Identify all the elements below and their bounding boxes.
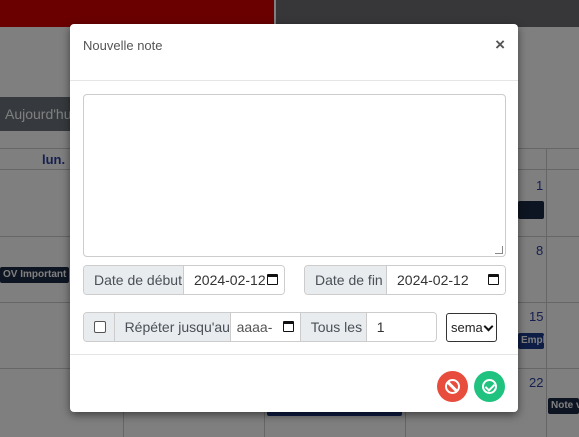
- start-date-value: 2024-02-12: [194, 272, 266, 288]
- ban-icon: [445, 379, 460, 394]
- repeat-until-input[interactable]: aaaa-: [230, 313, 300, 341]
- cancel-button[interactable]: [437, 371, 468, 402]
- save-button[interactable]: [474, 371, 505, 402]
- close-button[interactable]: ×: [495, 36, 505, 53]
- every-label: Tous les: [299, 313, 367, 341]
- end-date-input[interactable]: 2024-02-12: [387, 266, 505, 294]
- check-circle-icon: [482, 379, 497, 394]
- end-date-group: Date de fin 2024-02-12: [304, 265, 506, 295]
- calendar-icon[interactable]: [488, 274, 499, 285]
- repeat-group: Répéter jusqu'au aaaa- Tous les 1: [83, 312, 437, 342]
- repeat-unit-value: sema: [451, 320, 483, 335]
- resize-grip-icon[interactable]: [495, 246, 503, 254]
- start-date-input[interactable]: 2024-02-12: [184, 266, 284, 294]
- calendar-icon[interactable]: [267, 274, 278, 285]
- end-date-label: Date de fin: [305, 266, 387, 294]
- start-date-group: Date de début 2024-02-12: [83, 265, 285, 295]
- note-textarea[interactable]: [83, 94, 506, 257]
- end-date-value: 2024-02-12: [397, 272, 469, 288]
- repeat-checkbox-addon: [84, 313, 115, 341]
- repeat-until-placeholder: aaaa-: [236, 319, 273, 335]
- modal-footer: [70, 354, 518, 412]
- chevron-down-icon: [483, 321, 494, 332]
- start-date-label: Date de début: [84, 266, 184, 294]
- repeat-until-label: Répéter jusqu'au: [114, 313, 231, 341]
- repeat-checkbox[interactable]: [94, 321, 106, 333]
- modal-header: Nouvelle note ×: [70, 24, 518, 81]
- modal-title: Nouvelle note: [83, 38, 163, 53]
- repeat-unit-select[interactable]: sema: [446, 313, 497, 342]
- every-count-input[interactable]: 1: [366, 313, 436, 341]
- calendar-icon[interactable]: [282, 321, 294, 332]
- new-note-dialog: Nouvelle note × Date de début 2024-02-12…: [70, 24, 518, 412]
